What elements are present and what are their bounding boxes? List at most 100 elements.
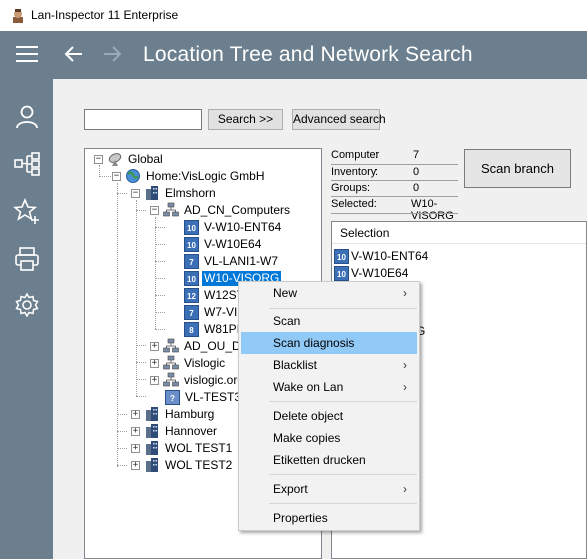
tree-expander[interactable]: + [150, 359, 159, 368]
gear-icon[interactable] [13, 291, 41, 319]
info-colon: : [375, 149, 379, 161]
tree-node-label: W81PI [204, 322, 241, 336]
menu-item-label: Make copies [273, 431, 341, 445]
tree-node-label: Home:VisLogic GmbH [146, 169, 265, 183]
search-input[interactable] [84, 109, 202, 130]
info-label: Selected: [331, 198, 377, 210]
menu-item-label: Etiketten drucken [273, 453, 366, 467]
menu-item-properties[interactable]: Properties [241, 507, 417, 529]
tree-expander[interactable]: − [150, 206, 159, 215]
satellite-dish-icon [108, 153, 122, 166]
tree-node-label: Hamburg [165, 407, 215, 421]
info-colon: : [367, 182, 371, 194]
submenu-arrow-icon: › [403, 380, 407, 394]
menu-item-blacklist[interactable]: Blacklist › [241, 354, 417, 376]
menu-item-label: Export [273, 482, 308, 496]
tree-node-label: AD_CN_Computers [184, 203, 291, 217]
tree-node-ad-cn-computers[interactable]: − AD_CN_Computers [85, 202, 315, 219]
info-label: Groups [331, 182, 368, 194]
printer-icon[interactable] [13, 245, 41, 273]
back-arrow-icon[interactable] [62, 42, 86, 66]
menu-item-label: Delete object [273, 409, 344, 423]
info-label: Inventory [331, 166, 377, 178]
selection-header[interactable]: Selection [332, 222, 586, 244]
tree-expander[interactable]: + [131, 444, 140, 453]
menu-item-label: Scan diagnosis [273, 336, 355, 350]
search-button[interactable]: Search >> [208, 109, 283, 130]
windows-pc-icon: 7 [184, 305, 199, 320]
info-colon: : [375, 166, 379, 178]
tree-expander[interactable]: − [94, 155, 103, 164]
tree-node-computer[interactable]: 7 VL-LANI1-W7 [85, 253, 315, 270]
building-icon [146, 441, 158, 455]
info-value: 0 [413, 182, 420, 194]
menu-item-label: Blacklist [273, 358, 318, 372]
menu-item-label: New [273, 286, 298, 300]
tree-expander[interactable]: + [131, 461, 140, 470]
tree-node-label: vislogic.org [184, 373, 245, 387]
tree-expander[interactable]: − [131, 189, 140, 198]
tree-expander[interactable]: + [131, 410, 140, 419]
building-icon [146, 458, 158, 472]
info-label: Computer [331, 149, 380, 161]
context-menu: New › Scan Scan diagnosis Blacklist › Wa… [238, 281, 420, 531]
tree-node-label: Elmshorn [165, 186, 216, 200]
info-value: 7 [413, 149, 420, 161]
menu-item-export[interactable]: Export › [241, 478, 417, 500]
tree-expander[interactable]: − [112, 172, 121, 181]
tree-node-home[interactable]: − Home:VisLogic GmbH [85, 168, 315, 185]
network-group-icon [163, 355, 179, 370]
tree-node-label: V-W10-ENT64 [204, 220, 282, 234]
header-bar: Location Tree and Network Search [0, 31, 587, 79]
tree-expander[interactable]: + [150, 342, 159, 351]
windows-pc-icon: 10 [334, 249, 349, 264]
network-group-icon [163, 372, 179, 387]
tree-node-label: V-W10E64 [204, 237, 262, 251]
hierarchy-icon[interactable] [13, 150, 41, 178]
tree-node-computer[interactable]: 10 V-W10E64 [85, 236, 315, 253]
globe-icon [126, 169, 140, 183]
menu-item-make-copies[interactable]: Make copies [241, 427, 417, 449]
windows-pc-icon: 10 [334, 266, 349, 281]
title-bar: Lan-Inspector 11 Enterprise [0, 0, 587, 31]
window-title: Lan-Inspector 11 Enterprise [31, 8, 179, 22]
info-value: W10-VISORG [411, 198, 454, 222]
tree-expander[interactable]: + [150, 376, 159, 385]
submenu-arrow-icon: › [403, 286, 407, 300]
building-icon [146, 186, 158, 200]
tree-expander[interactable]: + [131, 427, 140, 436]
menu-item-delete-object[interactable]: Delete object [241, 405, 417, 427]
advanced-search-button[interactable]: Advanced search [292, 109, 386, 130]
info-row-selected: Selected: W10-VISORG [331, 198, 458, 222]
scan-branch-button[interactable]: Scan branch [464, 149, 571, 188]
network-group-icon [163, 202, 179, 217]
tree-node-global[interactable]: − Global [85, 151, 315, 168]
info-row-computer: Computer : 7 [331, 149, 458, 165]
tree-node-label: Vislogic [184, 356, 226, 370]
menu-item-scan[interactable]: Scan [241, 310, 417, 332]
windows-pc-icon: 10 [184, 271, 199, 286]
unknown-device-icon: ? [165, 390, 180, 405]
menu-item-print-labels[interactable]: Etiketten drucken [241, 449, 417, 471]
menu-item-wake-on-lan[interactable]: Wake on Lan › [241, 376, 417, 398]
list-item[interactable]: 10 V-W10-ENT64 [334, 248, 584, 265]
menu-item-new[interactable]: New › [241, 282, 417, 304]
info-value: 0 [413, 166, 420, 178]
windows-pc-icon: 10 [184, 237, 199, 252]
tree-node-label: WOL TEST1 [165, 441, 233, 455]
tree-node-label: WOL TEST2 [165, 458, 233, 472]
star-plus-icon[interactable] [13, 197, 41, 225]
list-item[interactable]: 10 V-W10E64 [334, 265, 584, 282]
windows-pc-icon: 12 [184, 288, 199, 303]
menu-item-scan-diagnosis[interactable]: Scan diagnosis [241, 332, 417, 354]
hamburger-menu-icon[interactable] [16, 45, 40, 63]
forward-arrow-icon [104, 46, 122, 62]
user-icon[interactable] [13, 103, 41, 131]
menu-item-label: Wake on Lan [273, 380, 344, 394]
submenu-arrow-icon: › [403, 358, 407, 372]
page-title: Location Tree and Network Search [143, 43, 473, 66]
building-icon [146, 407, 158, 421]
tree-node-elmshorn[interactable]: − Elmshorn [85, 185, 315, 202]
app-logo-icon [13, 9, 23, 23]
tree-node-computer[interactable]: 10 V-W10-ENT64 [85, 219, 315, 236]
